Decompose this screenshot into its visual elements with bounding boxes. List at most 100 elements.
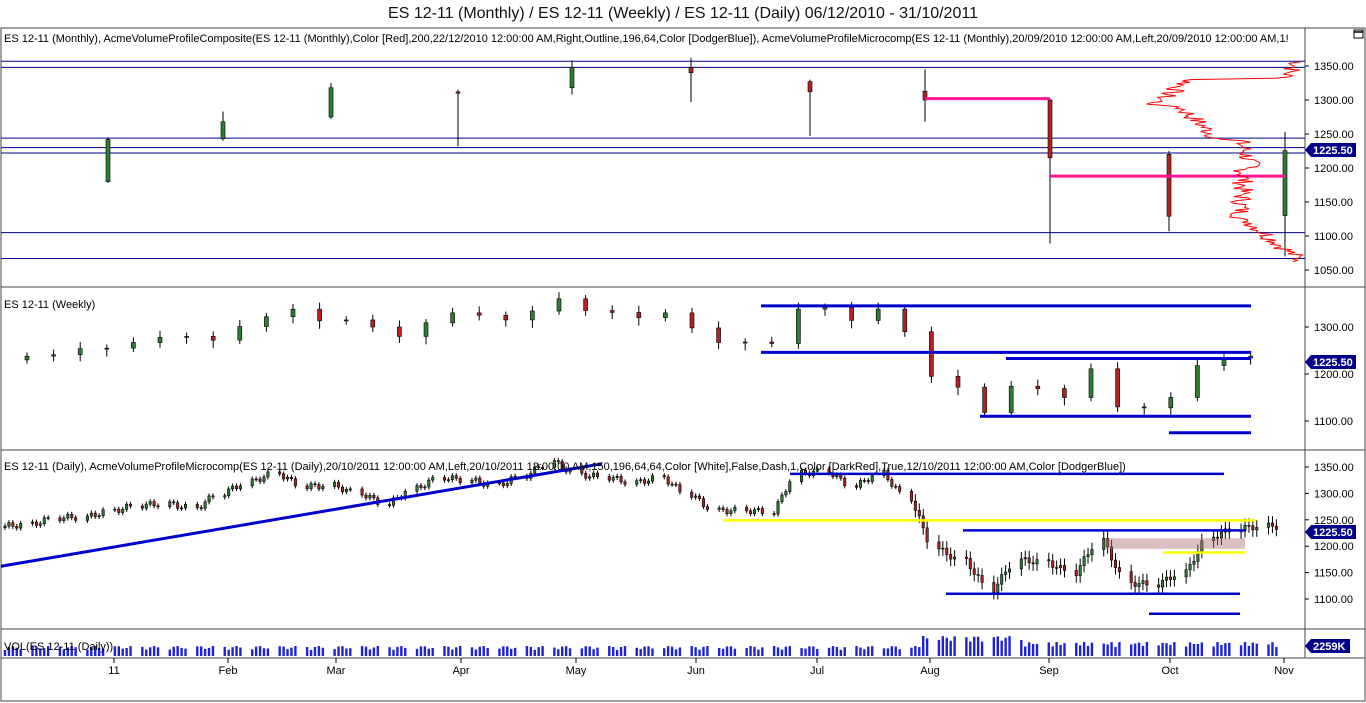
volume-bar — [635, 647, 638, 656]
daily-candle-body — [117, 508, 121, 513]
daily-candle-body — [701, 498, 705, 507]
x-tick-label: Jun — [687, 665, 705, 677]
weekly-candle-body — [450, 312, 455, 324]
daily-candle-body — [615, 476, 619, 478]
weekly-candle-body — [51, 354, 56, 357]
x-tick-label: Mar — [327, 665, 346, 677]
volume-bar — [203, 648, 207, 656]
daily-candle-body — [388, 504, 392, 506]
volume-bar — [482, 646, 485, 656]
volume-bar — [470, 647, 474, 656]
volume-bar — [266, 648, 270, 656]
daily-candle-body — [1004, 571, 1008, 575]
volume-bar — [1114, 646, 1117, 656]
daily-candle-body — [1161, 579, 1165, 588]
daily-candle-body — [1059, 565, 1063, 568]
volume-bar — [1255, 643, 1258, 656]
volume-bar — [965, 637, 968, 656]
daily-candle-body — [129, 503, 133, 507]
daily-candle-body — [937, 541, 941, 550]
volume-bar — [855, 646, 858, 656]
daily-candle-body — [909, 491, 913, 502]
volume-bar — [1047, 642, 1050, 656]
volume-bar — [537, 647, 540, 656]
volume-bar — [262, 648, 266, 656]
daily-candle-body — [843, 477, 847, 487]
volume-bar — [156, 647, 160, 656]
daily-candle-body — [1019, 558, 1023, 570]
daily-panel-label: ES 12-11 (Daily), AcmeVolumeProfileMicro… — [4, 461, 1126, 473]
daily-candle-body — [1267, 522, 1271, 528]
weekly-candle-body — [237, 326, 243, 341]
daily-panel[interactable]: 1350.001300.001250.001200.001150.001100.… — [0, 458, 1354, 616]
x-tick-label: Sep — [1039, 665, 1059, 677]
daily-candle-body — [227, 488, 231, 497]
weekly-candle-body — [902, 308, 908, 333]
daily-candle-body — [639, 479, 643, 482]
daily-profile-shade — [1105, 538, 1245, 549]
daily-candle-body — [584, 472, 588, 479]
volume-bar — [753, 646, 756, 656]
daily-candle-body — [446, 479, 450, 481]
volume-bar — [1031, 643, 1035, 656]
daily-candle-body — [89, 512, 93, 517]
daily-candle-body — [992, 582, 996, 593]
volume-bar — [776, 647, 780, 656]
volume-bar — [1192, 644, 1196, 656]
volume-bar — [1141, 645, 1145, 656]
volume-bar — [251, 649, 254, 656]
weekly-panel[interactable]: 1300.00 1200.00 1100.00 — [24, 292, 1354, 435]
volume-bar — [478, 646, 482, 656]
daily-candle-body — [694, 495, 698, 498]
volume-bar — [455, 647, 458, 656]
volume-bar — [937, 639, 941, 656]
volume-bar — [509, 648, 513, 656]
daily-candle-body — [172, 501, 176, 504]
daily-candle-body — [972, 568, 976, 575]
daily-candle-body — [454, 475, 458, 479]
daily-candle-body — [1117, 567, 1121, 572]
volume-bar — [1243, 642, 1247, 656]
daily-candle-body — [1145, 580, 1149, 586]
volume-bar — [486, 648, 489, 656]
volume-bar — [427, 648, 430, 656]
volume-last-value-label: 2259K — [1313, 641, 1345, 653]
maximize-icon[interactable] — [1353, 29, 1364, 39]
daily-candle-body — [1078, 565, 1082, 577]
daily-candle-body — [839, 474, 843, 479]
volume-bar — [349, 648, 352, 656]
volume-bar — [804, 648, 807, 656]
volume-bar — [867, 646, 870, 656]
monthly-panel[interactable]: 1350.00 1300.00 1250.00 1200.00 1150.00 1100.… — [1, 57, 1354, 277]
x-tick-label: Apr — [452, 665, 469, 677]
daily-candle-body — [733, 506, 737, 512]
daily-candle-body — [835, 474, 839, 477]
daily-candle-body — [211, 495, 215, 498]
daily-candle-body — [348, 488, 352, 491]
daily-candle-body — [1051, 560, 1055, 568]
daily-candle-body — [976, 574, 980, 576]
volume-panel[interactable] — [3, 636, 1278, 656]
daily-candle-body — [674, 483, 678, 486]
volume-bar — [615, 649, 619, 656]
daily-candle-body — [340, 486, 344, 493]
volume-bar — [1110, 642, 1113, 656]
weekly-candle-body — [796, 308, 801, 344]
daily-candle-body — [678, 484, 682, 493]
daily-candle-body — [140, 505, 144, 509]
volume-bar — [835, 646, 839, 656]
daily-candle-body — [7, 522, 11, 527]
volume-bar — [812, 646, 815, 656]
daily-candle-body — [372, 495, 376, 499]
monthly-candle-body — [569, 67, 575, 89]
monthly-y-tick-label: 1100.00 — [1314, 231, 1353, 243]
volume-bar — [1220, 644, 1223, 656]
panel-separators — [1, 28, 1365, 659]
daily-candle-body — [858, 480, 862, 488]
daily-candle-body — [1188, 563, 1192, 571]
weekly-candle-body — [290, 308, 296, 317]
daily-candle-body — [690, 491, 694, 498]
chart-canvas[interactable]: 1350.00 1300.00 1250.00 1200.00 1150.00 1100.… — [0, 0, 1366, 703]
volume-bar — [129, 646, 132, 656]
volume-bar — [498, 648, 501, 656]
